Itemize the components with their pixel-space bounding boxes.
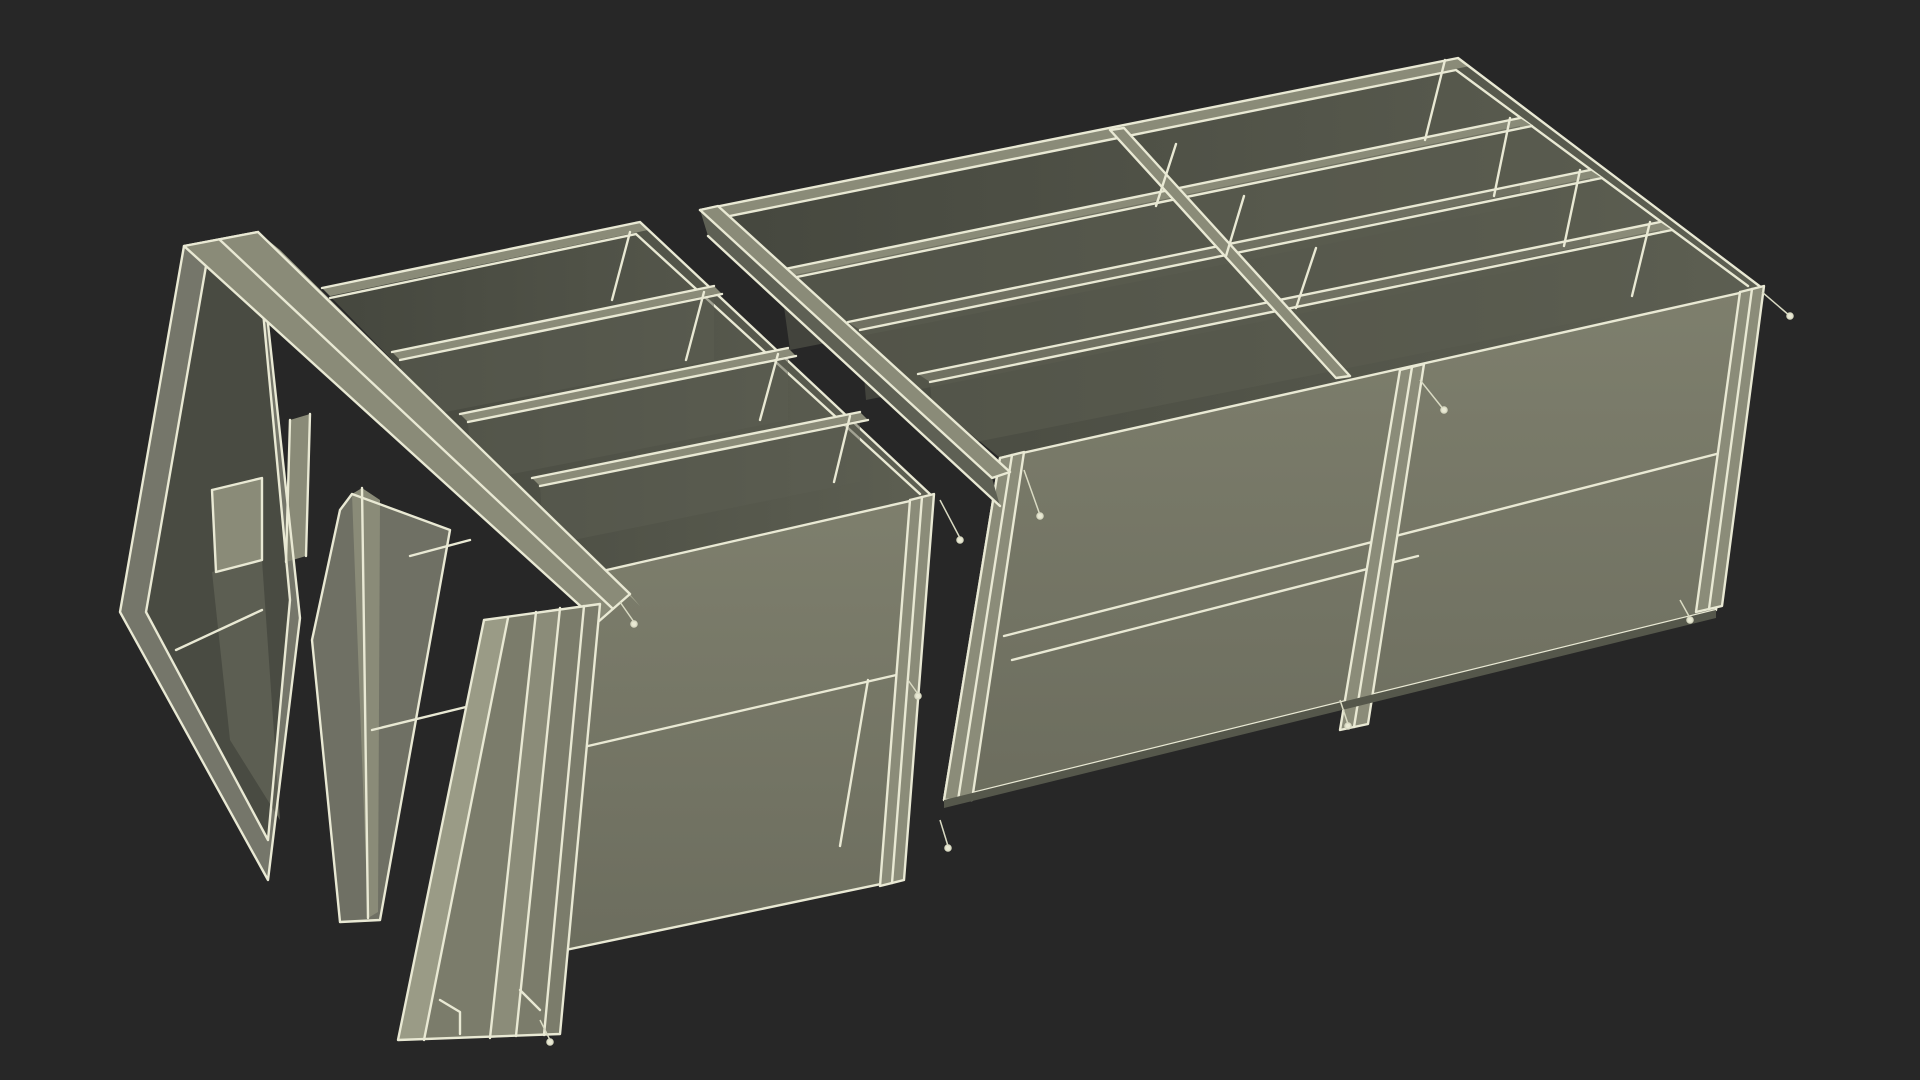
- steel-frame-model: [118, 56, 1794, 1046]
- render-viewport: [0, 0, 1920, 1080]
